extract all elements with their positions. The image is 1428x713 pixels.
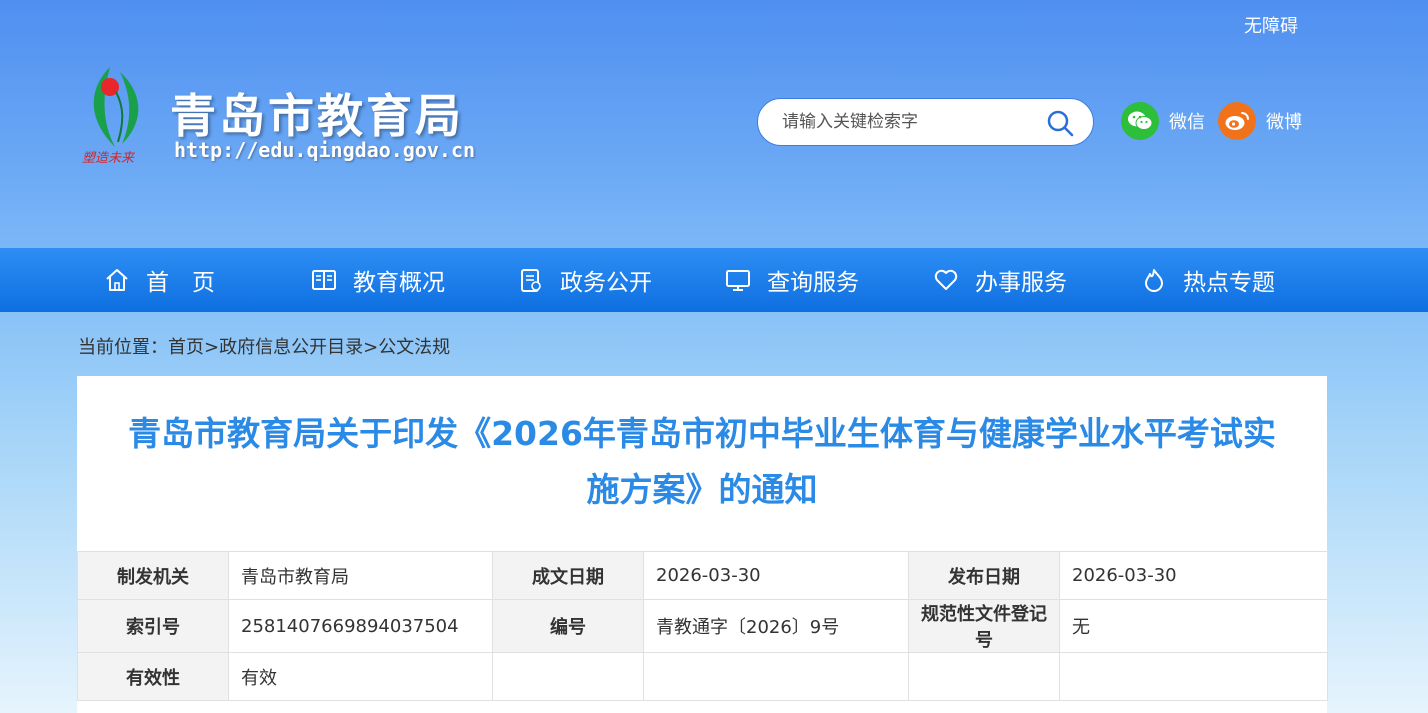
svg-text:塑造未来: 塑造未来: [82, 151, 136, 166]
nav-topics[interactable]: 热点专题: [1141, 248, 1275, 312]
breadcrumb-regulations[interactable]: 公文法规: [378, 337, 450, 358]
weibo-label: 微博: [1266, 112, 1302, 133]
document-title-line1: 青岛市教育局关于印发《2026年青岛市初中毕业生体育与健康学业水平考试实: [128, 414, 1276, 453]
publish-date-label: 发布日期: [908, 551, 1060, 600]
nav-topics-label: 热点专题: [1183, 270, 1275, 296]
home-icon: [106, 269, 128, 291]
document-meta-table: 制发机关 青岛市教育局 成文日期 2026-03-30 发布日期 2026-03…: [77, 551, 1328, 701]
issuer-value: 青岛市教育局: [228, 551, 493, 600]
nav-services[interactable]: 办事服务: [933, 248, 1067, 312]
site-title[interactable]: 青岛市教育局: [170, 80, 464, 146]
document-icon: [521, 269, 541, 292]
breadcrumb-catalog[interactable]: 政府信息公开目录: [219, 337, 363, 358]
wechat-link[interactable]: 微信: [1121, 102, 1205, 140]
wechat-label: 微信: [1169, 112, 1205, 133]
breadcrumb-separator: >: [204, 337, 220, 358]
written-date-label: 成文日期: [492, 551, 644, 600]
number-value: 青教通字〔2026〕9号: [643, 599, 909, 653]
empty-cell: [908, 652, 1060, 701]
heart-icon: [934, 269, 958, 290]
logo-icon[interactable]: 塑造未来: [80, 62, 160, 170]
weibo-icon: [1218, 102, 1256, 140]
nav-home[interactable]: 首 页: [104, 248, 215, 312]
site-url: http://edu.qingdao.gov.cn: [174, 138, 476, 162]
breadcrumb-separator: >: [363, 337, 379, 358]
registration-value: 无: [1059, 599, 1328, 653]
table-row: 制发机关 青岛市教育局 成文日期 2026-03-30 发布日期 2026-03…: [77, 551, 1328, 600]
nav-public-affairs-label: 政务公开: [560, 270, 652, 296]
weibo-link[interactable]: 微博: [1218, 102, 1302, 140]
search-input[interactable]: [780, 111, 1034, 133]
main-nav: 首 页 教育概况 政务公开 查询服务 办事服务 热点专题: [0, 248, 1428, 312]
nav-public-affairs[interactable]: 政务公开: [518, 248, 652, 312]
validity-value: 有效: [228, 652, 493, 701]
breadcrumb: 当前位置：首页>政府信息公开目录>公文法规: [78, 333, 450, 359]
search-box: [757, 98, 1094, 146]
nav-home-label: 首 页: [146, 270, 215, 296]
nav-overview-label: 教育概况: [353, 270, 445, 296]
monitor-icon: [726, 270, 750, 291]
book-icon: [312, 270, 336, 290]
accessibility-link[interactable]: 无障碍: [1244, 12, 1298, 38]
empty-cell: [1059, 652, 1328, 701]
number-label: 编号: [492, 599, 644, 653]
nav-overview[interactable]: 教育概况: [311, 248, 445, 312]
empty-cell: [492, 652, 644, 701]
publish-date-value: 2026-03-30: [1059, 551, 1328, 600]
table-row: 索引号 2581407669894037504 编号 青教通字〔2026〕9号 …: [77, 599, 1328, 653]
site-header: 无障碍 塑造未来 青岛市教育局 http://edu.qingdao.gov.c…: [0, 0, 1428, 248]
nav-query-label: 查询服务: [767, 270, 859, 296]
document-title-line2: 施方案》的通知: [586, 470, 818, 509]
document-card: 青岛市教育局关于印发《2026年青岛市初中毕业生体育与健康学业水平考试实 施方案…: [77, 376, 1328, 713]
validity-label: 有效性: [77, 652, 229, 701]
table-row: 有效性 有效: [77, 652, 1328, 701]
document-title: 青岛市教育局关于印发《2026年青岛市初中毕业生体育与健康学业水平考试实 施方案…: [77, 406, 1327, 518]
issuer-label: 制发机关: [77, 551, 229, 600]
wechat-icon: [1121, 102, 1159, 140]
breadcrumb-prefix: 当前位置：: [78, 337, 168, 358]
registration-label: 规范性文件登记号: [908, 599, 1060, 653]
nav-query[interactable]: 查询服务: [725, 248, 859, 312]
empty-cell: [643, 652, 909, 701]
index-value: 2581407669894037504: [228, 599, 493, 653]
index-label: 索引号: [77, 599, 229, 653]
flame-icon: [1145, 269, 1163, 292]
written-date-value: 2026-03-30: [643, 551, 909, 600]
nav-services-label: 办事服务: [975, 270, 1067, 296]
search-icon[interactable]: [1046, 109, 1074, 137]
breadcrumb-home[interactable]: 首页: [168, 337, 204, 358]
